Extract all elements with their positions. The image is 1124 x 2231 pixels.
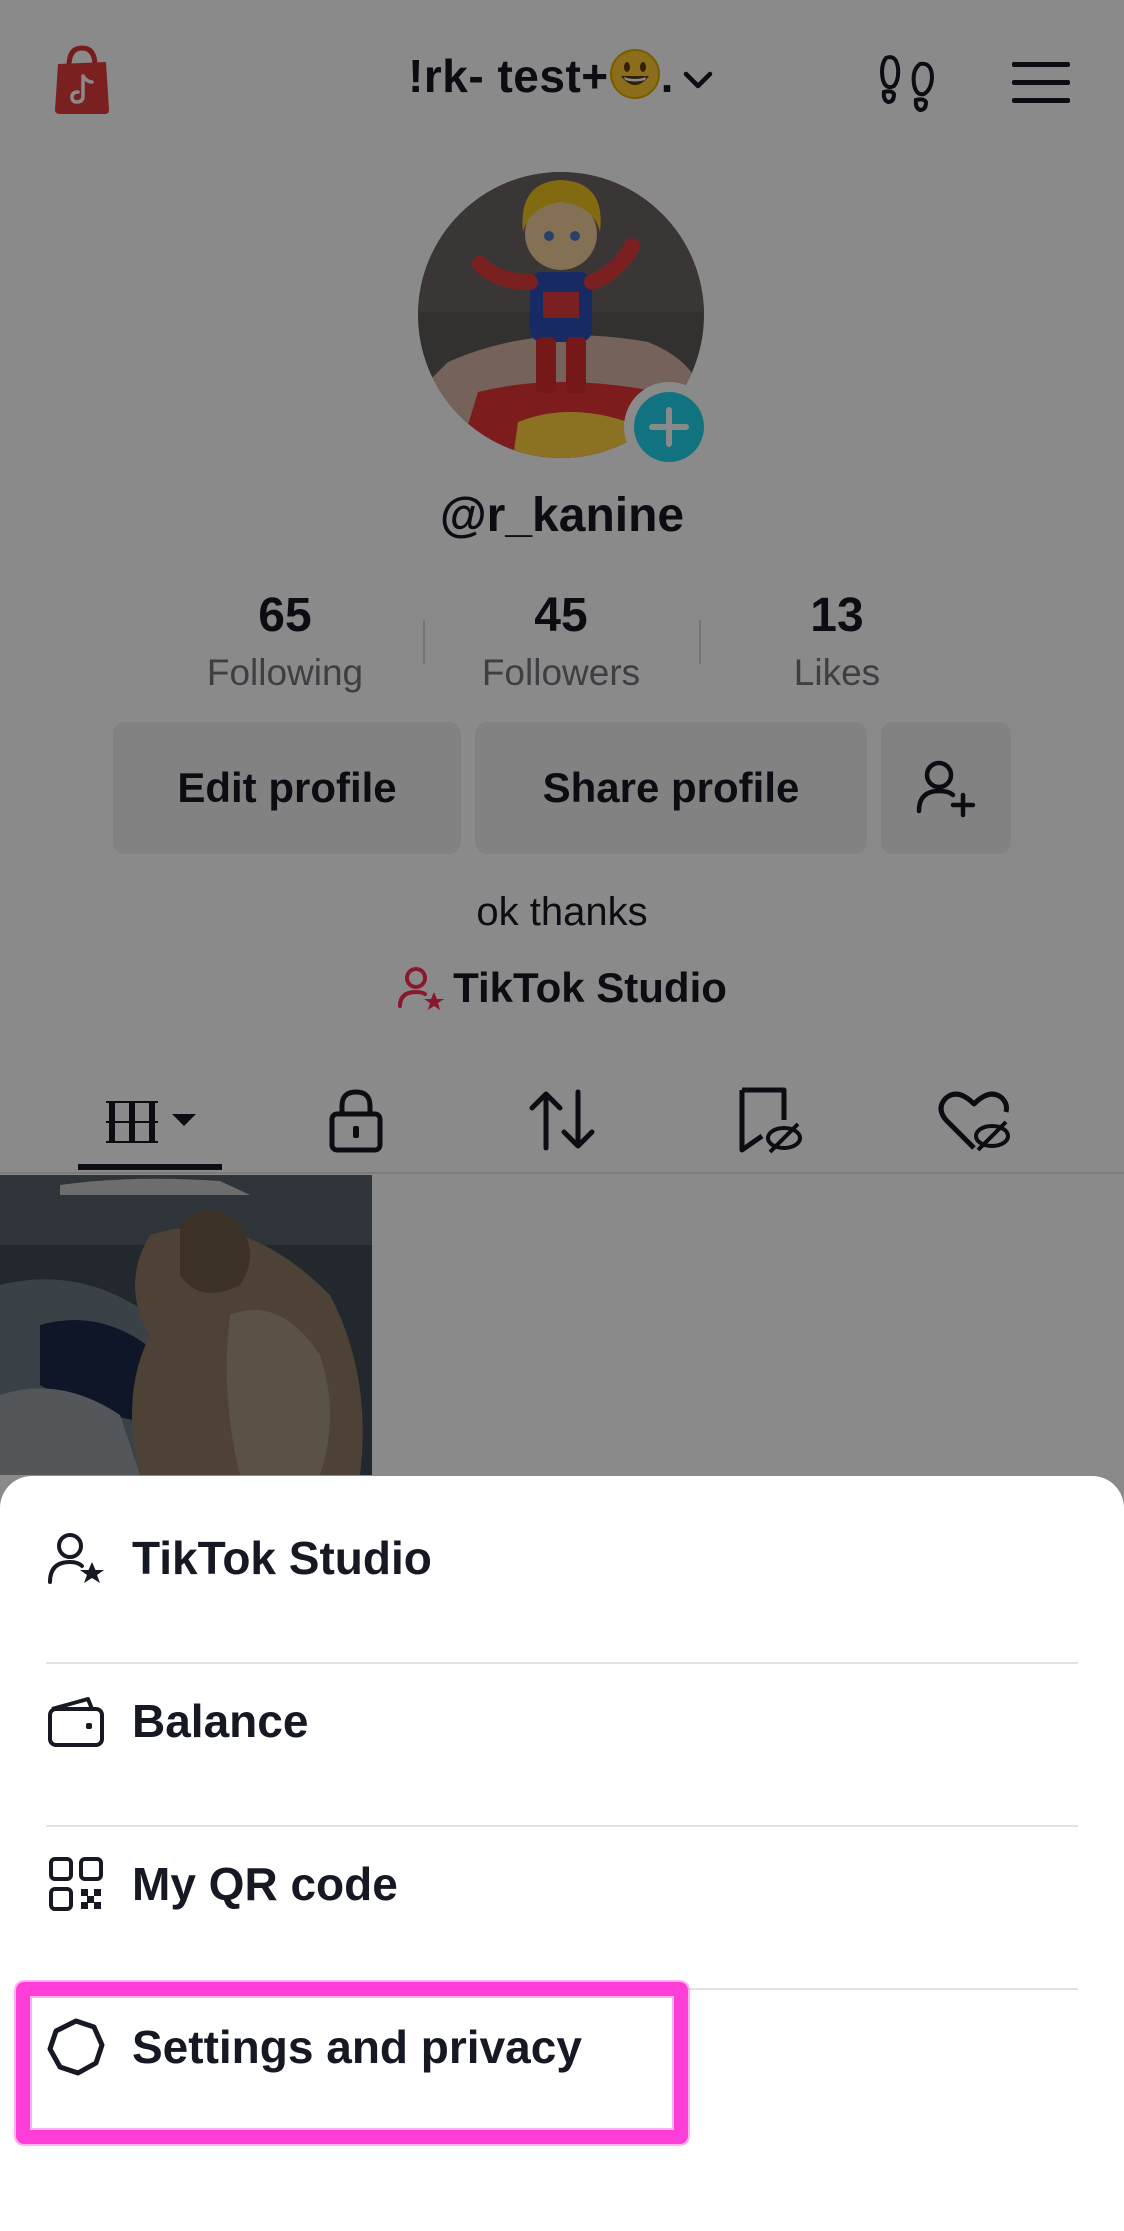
settings-highlight-annotation: [16, 1982, 688, 2144]
menu-item-qr-code[interactable]: My QR code: [46, 1802, 1078, 1965]
menu-item-balance[interactable]: Balance: [46, 1639, 1078, 1802]
wallet-icon: [48, 1696, 104, 1747]
person-star-icon: [48, 1532, 104, 1584]
qr-code-icon: [49, 1856, 103, 1911]
menu-item-label: My QR code: [132, 1857, 398, 1910]
menu-item-label: Balance: [132, 1694, 309, 1747]
menu-item-tiktok-studio[interactable]: TikTok Studio: [46, 1476, 1078, 1639]
menu-item-label: TikTok Studio: [132, 1531, 432, 1584]
profile-screen: !rk- test+. @r_kanine 65 Following 45 Fo…: [0, 0, 1124, 2231]
